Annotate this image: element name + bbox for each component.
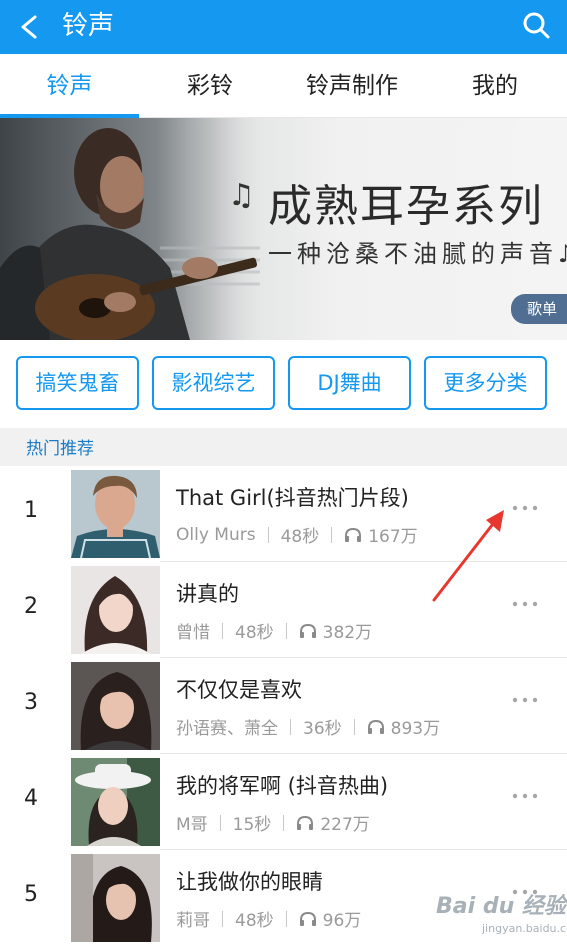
more-options-icon[interactable] — [511, 504, 539, 512]
song-duration: 48秒 — [235, 911, 274, 931]
meta-divider — [285, 622, 287, 639]
headphone-icon — [367, 719, 384, 734]
headphone-icon — [299, 623, 316, 638]
song-title: 讲真的 — [176, 582, 239, 606]
banner-guitarist-image — [0, 118, 260, 340]
song-row[interactable]: 4 我的将军啊 (抖音热曲) M哥 15秒 227万 — [0, 754, 567, 850]
song-artist: 莉哥 — [176, 911, 210, 931]
category-dj-button[interactable]: DJ舞曲 — [288, 356, 411, 410]
more-options-icon[interactable] — [511, 696, 539, 704]
song-meta: 莉哥 48秒 96万 — [176, 906, 361, 931]
category-film-variety-button[interactable]: 影视综艺 — [152, 356, 275, 410]
meta-divider — [222, 622, 223, 639]
song-artist: M哥 — [176, 815, 208, 835]
song-play-count: 893万 — [390, 719, 441, 739]
song-cover-image — [71, 470, 160, 558]
song-title: 我的将军啊 (抖音热曲) — [176, 774, 389, 798]
more-options-icon[interactable] — [511, 600, 539, 608]
search-icon[interactable] — [521, 10, 551, 40]
song-cover-image — [71, 758, 160, 846]
song-duration: 48秒 — [235, 623, 274, 643]
song-rank: 5 — [24, 882, 38, 907]
baidu-watermark: Bai du 经验 jingyan.baidu.com — [436, 888, 567, 950]
meta-divider — [222, 910, 223, 927]
song-play-count: 96万 — [322, 911, 362, 931]
category-funny-button[interactable]: 搞笑鬼畜 — [16, 356, 139, 410]
playlist-badge: 歌单 — [510, 294, 567, 324]
section-header: 热门推荐 — [0, 428, 567, 466]
song-cover-image — [71, 566, 160, 654]
banner-subtitle: 一种沧桑不油腻的声音♪ — [268, 234, 567, 269]
app-header: 铃声 — [0, 0, 567, 54]
song-artist: 曾惜 — [176, 623, 210, 643]
song-meta: 曾惜 48秒 382万 — [176, 618, 372, 643]
category-more-button[interactable]: 更多分类 — [424, 356, 547, 410]
song-meta: M哥 15秒 227万 — [176, 810, 370, 835]
page-title: 铃声 — [62, 11, 115, 41]
section-title: 热门推荐 — [26, 439, 94, 459]
tab-mine[interactable]: 我的 — [423, 54, 567, 118]
category-row: 搞笑鬼畜 影视综艺 DJ舞曲 更多分类 — [0, 340, 567, 428]
tab-ringtone-maker[interactable]: 铃声制作 — [281, 54, 423, 118]
watermark-sub: jingyan.baidu.com — [482, 922, 567, 935]
song-duration: 15秒 — [232, 815, 272, 835]
banner-title: 成熟耳孕系列 — [268, 181, 544, 232]
tab-ringtone[interactable]: 铃声 — [0, 54, 139, 118]
song-play-count: 227万 — [320, 815, 370, 835]
headphone-icon — [297, 815, 314, 830]
song-rank: 1 — [24, 498, 38, 523]
song-row[interactable]: 3 不仅仅是喜欢 孙语赛、萧全 36秒 893万 — [0, 658, 567, 754]
song-rank: 3 — [24, 690, 38, 715]
watermark-main: Bai du 经验 — [436, 894, 566, 919]
back-chevron-icon[interactable] — [18, 15, 40, 39]
meta-divider — [219, 814, 221, 831]
tab-color-ring[interactable]: 彩铃 — [139, 54, 281, 118]
song-duration: 48秒 — [280, 527, 320, 547]
meta-divider — [331, 526, 333, 543]
song-rank: 4 — [24, 786, 38, 811]
more-options-icon[interactable] — [511, 792, 539, 800]
song-title: 不仅仅是喜欢 — [176, 678, 302, 702]
song-cover-image — [71, 662, 160, 750]
song-play-count: 382万 — [322, 623, 373, 643]
song-cover-image — [71, 854, 160, 942]
song-meta: Olly Murs 48秒 167万 — [176, 522, 418, 548]
music-note-icon: ♫ — [228, 178, 255, 213]
song-artist: Olly Murs — [176, 524, 256, 545]
song-artist: 孙语赛、萧全 — [176, 719, 278, 739]
meta-divider — [285, 910, 287, 927]
headphone-icon — [345, 527, 362, 542]
tab-bar: 铃声 彩铃 铃声制作 我的 — [0, 54, 567, 118]
song-title: 让我做你的眼睛 — [176, 870, 323, 894]
song-play-count: 167万 — [368, 527, 418, 547]
song-duration: 36秒 — [303, 719, 342, 739]
song-title: That Girl(抖音热门片段) — [176, 486, 409, 510]
annotation-arrow-icon — [432, 510, 504, 602]
meta-divider — [290, 718, 291, 735]
headphone-icon — [299, 911, 316, 926]
meta-divider — [283, 814, 285, 831]
song-rank: 2 — [24, 594, 38, 619]
meta-divider — [267, 526, 269, 543]
song-meta: 孙语赛、萧全 36秒 893万 — [176, 714, 440, 739]
music-note-small-icon: ♪ — [558, 240, 567, 268]
promo-banner[interactable]: ♫ 成熟耳孕系列 一种沧桑不油腻的声音♪ 歌单 — [0, 118, 567, 340]
meta-divider — [353, 718, 355, 735]
